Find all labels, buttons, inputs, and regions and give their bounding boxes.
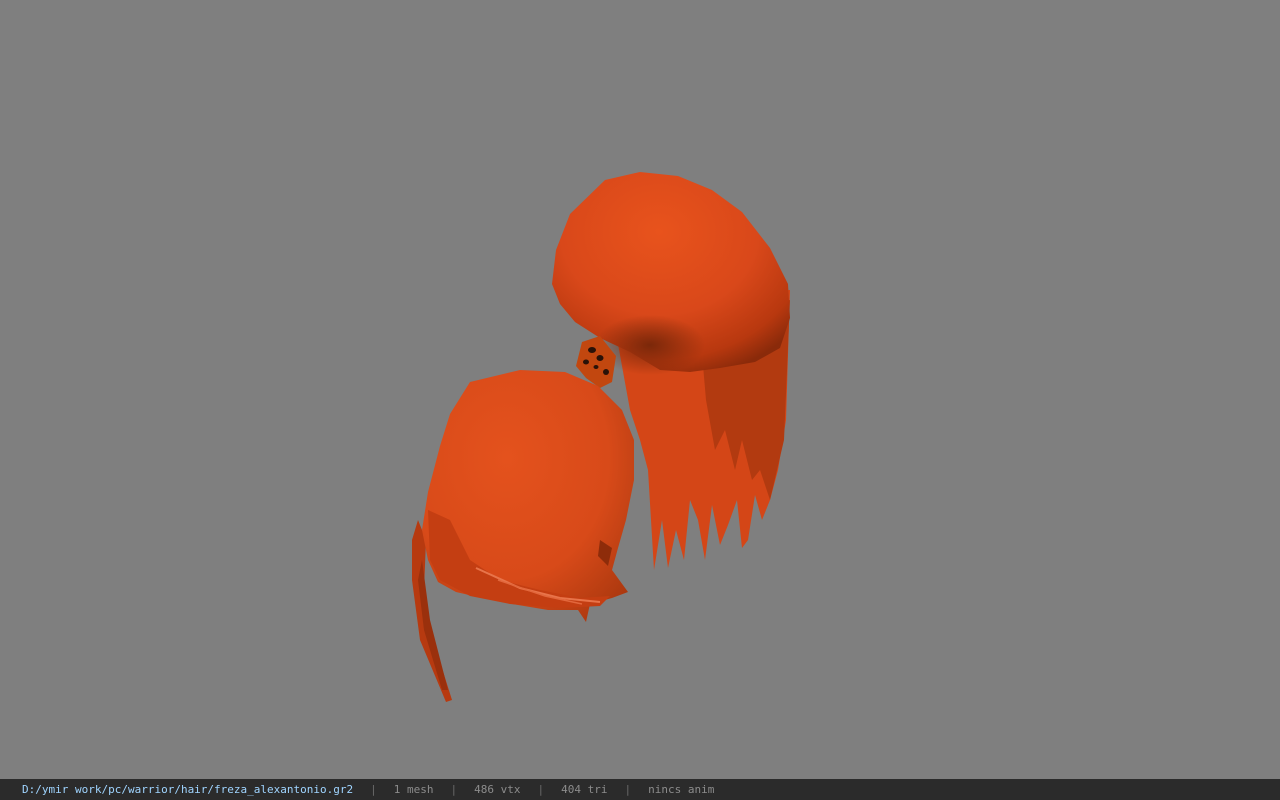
separator: |	[450, 783, 458, 796]
separator: |	[370, 783, 377, 796]
triangle-count: 404 tri	[561, 783, 608, 796]
hair-model-render[interactable]	[0, 0, 1280, 779]
separator: |	[624, 783, 632, 796]
separator: |	[537, 783, 545, 796]
3d-viewport[interactable]	[0, 0, 1280, 779]
lower-hair-mass	[412, 370, 634, 702]
mesh-count: 1 mesh	[393, 783, 434, 796]
file-path: D:/ymir work/pc/warrior/hair/freza_alexa…	[22, 783, 354, 796]
status-bar: D:/ymir work/pc/warrior/hair/freza_alexa…	[0, 779, 1280, 800]
vertex-count: 486 vtx	[474, 783, 521, 796]
animation-status: nincs anim	[648, 783, 715, 796]
